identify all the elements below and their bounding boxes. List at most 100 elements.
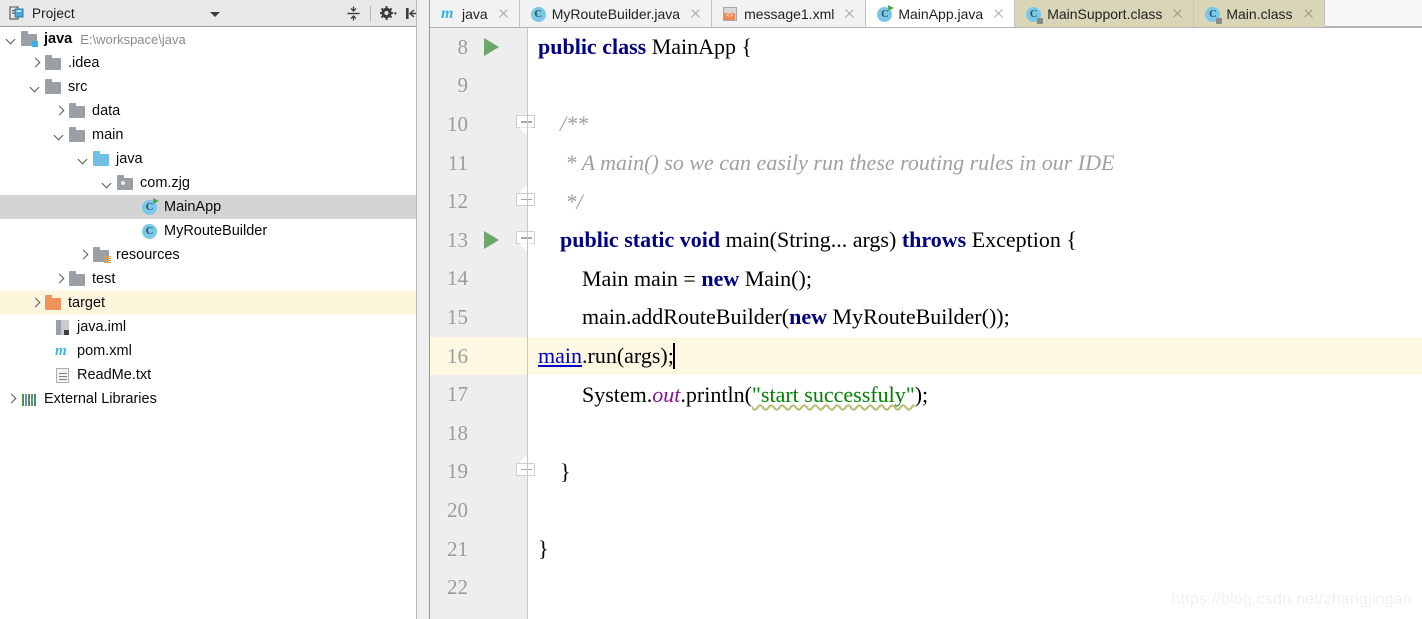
code-text: */ (538, 188, 583, 214)
tree-label: pom.xml (77, 342, 132, 359)
close-icon[interactable] (992, 7, 1005, 20)
tree-row-mainapp[interactable]: C MainApp (0, 195, 429, 219)
gutter-marks (478, 336, 528, 376)
tab-message1-xml[interactable]: <> message1.xml (712, 0, 867, 27)
chevron-right-icon[interactable] (54, 106, 65, 117)
code-text: * A main() so we can easily run these ro… (538, 150, 1115, 176)
code-line[interactable]: 17 System. out .println("start successfuly… (430, 375, 1422, 414)
tree-label: com.zjg (140, 174, 190, 191)
tab-label: MainSupport.class (1047, 5, 1163, 22)
chevron-down-icon[interactable] (54, 130, 65, 141)
tree-row-target[interactable]: target (0, 291, 429, 315)
collapse-all-icon[interactable] (342, 3, 364, 25)
project-tree-scrollbar[interactable] (416, 0, 429, 619)
code-line-current[interactable]: 16 main .run(args); (430, 336, 1422, 376)
code-line[interactable]: 14 Main main = new Main(); (430, 259, 1422, 299)
code-editor[interactable]: 8 public class MainApp { 9 10 /** 11 * A… (430, 28, 1422, 619)
tree-row-java-iml[interactable]: java.iml (0, 315, 429, 339)
tab-label: MainApp.java (898, 5, 984, 22)
folder-icon (45, 78, 62, 96)
code-line[interactable]: 23 (430, 606, 1422, 619)
chevron-right-icon[interactable] (6, 394, 17, 405)
fold-region-end-icon[interactable] (516, 463, 535, 482)
close-icon[interactable] (497, 7, 510, 20)
code-text: public class MainApp { (538, 34, 753, 60)
chevron-down-icon[interactable] (102, 178, 113, 189)
tree-row-pom-xml[interactable]: m pom.xml (0, 339, 429, 363)
code-line[interactable]: 18 (430, 413, 1422, 453)
tree-row-package-comzjg[interactable]: com.zjg (0, 171, 429, 195)
tree-row-test[interactable]: test (0, 267, 429, 291)
code-line[interactable]: 9 (430, 66, 1422, 106)
line-number: 11 (430, 143, 478, 183)
gutter-marks (478, 375, 528, 414)
tree-row-idea[interactable]: .idea (0, 51, 429, 75)
gutter-marks (478, 413, 528, 453)
chevron-right-icon[interactable] (54, 274, 65, 285)
project-panel-header: Project (0, 0, 429, 27)
tree-row-readme-txt[interactable]: ReadMe.txt (0, 363, 429, 387)
project-tree[interactable]: java E:\workspace\java .idea src data ma… (0, 27, 429, 619)
fold-region-end-icon[interactable] (516, 193, 535, 212)
line-number: 16 (430, 336, 478, 376)
close-icon[interactable] (689, 7, 702, 20)
code-line[interactable]: 13 public static void main(String... arg… (430, 220, 1422, 260)
run-gutter-icon[interactable] (484, 231, 499, 250)
tree-row-data[interactable]: data (0, 99, 429, 123)
tab-main-class[interactable]: C Main.class (1194, 0, 1325, 27)
code-line[interactable]: 21 } (430, 529, 1422, 569)
gutter-marks (478, 143, 528, 183)
tree-row-main[interactable]: main (0, 123, 429, 147)
class-icon: C (530, 6, 546, 22)
gutter-marks (478, 606, 528, 619)
tree-row-java-source[interactable]: java (0, 147, 429, 171)
code-line[interactable]: 22 (430, 568, 1422, 607)
tree-row-resources[interactable]: resources (0, 243, 429, 267)
code-line[interactable]: 19 } (430, 452, 1422, 492)
fold-region-start-icon[interactable] (516, 231, 535, 251)
tab-myroutebuilder-java[interactable]: C MyRouteBuilder.java (519, 0, 713, 27)
tree-row-java-module[interactable]: java E:\workspace\java (0, 27, 429, 51)
line-number: 14 (430, 259, 478, 299)
project-panel-icon (9, 5, 25, 21)
fold-region-start-icon[interactable] (516, 115, 535, 135)
editor-tab-bar: m java C MyRouteBuilder.java <> message1… (430, 0, 1422, 28)
tab-mainsupport-class[interactable]: C MainSupport.class (1015, 0, 1195, 27)
gutter-marks (478, 105, 535, 144)
gutter-marks (478, 220, 535, 260)
chevron-right-icon[interactable] (78, 250, 89, 261)
project-panel-title: Project (32, 5, 75, 21)
close-icon[interactable] (1302, 7, 1315, 20)
libraries-icon (21, 391, 38, 408)
editor-pane: m java C MyRouteBuilder.java <> message1… (430, 0, 1422, 619)
tree-row-myroutebuilder[interactable]: C MyRouteBuilder (0, 219, 429, 243)
code-text: System. out .println("start successfuly"); (538, 381, 929, 407)
chevron-right-icon[interactable] (30, 298, 41, 309)
code-line[interactable]: 20 (430, 491, 1422, 530)
tab-bar-filler (1324, 0, 1422, 27)
code-line[interactable]: 10 /** (430, 105, 1422, 144)
run-gutter-icon[interactable] (484, 38, 499, 57)
tree-row-external-libraries[interactable]: External Libraries (0, 387, 429, 411)
code-line[interactable]: 12 */ (430, 182, 1422, 221)
tree-label: src (68, 78, 88, 95)
code-line[interactable]: 11 * A main() so we can easily run these… (430, 143, 1422, 183)
gear-icon[interactable] (377, 3, 399, 25)
close-icon[interactable] (1171, 7, 1184, 20)
code-line[interactable]: 8 public class MainApp { (430, 28, 1422, 67)
chevron-right-icon[interactable] (30, 58, 41, 69)
class-icon: C (141, 223, 158, 240)
chevron-down-icon[interactable] (30, 82, 41, 93)
chevron-down-icon[interactable] (210, 12, 220, 17)
code-line[interactable]: 15 main.addRouteBuilder(new MyRouteBuild… (430, 298, 1422, 337)
tree-label: External Libraries (44, 390, 157, 407)
chevron-down-icon[interactable] (78, 154, 89, 165)
tree-row-src[interactable]: src (0, 75, 429, 99)
code-text: /** (538, 111, 589, 137)
chevron-down-icon[interactable] (6, 34, 17, 45)
tab-mainapp-java[interactable]: C MainApp.java (866, 0, 1016, 27)
project-panel-toolbar (342, 0, 423, 27)
close-icon[interactable] (843, 7, 856, 20)
tab-java-pom[interactable]: m java (430, 0, 520, 27)
